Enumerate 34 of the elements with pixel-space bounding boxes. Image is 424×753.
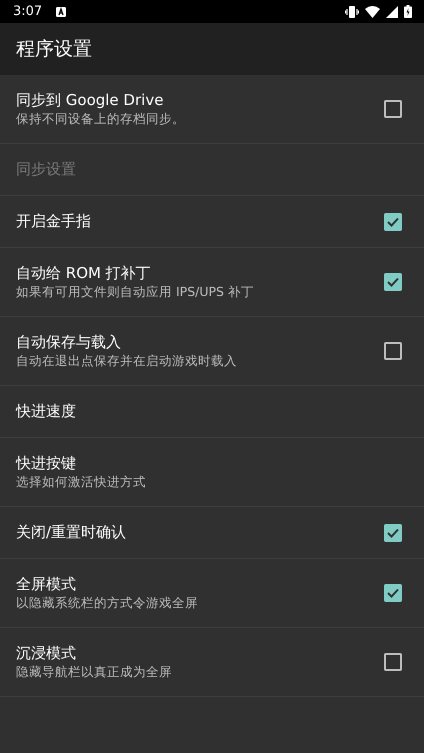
check-icon [387,528,399,538]
vibrate-icon [345,6,359,18]
setting-title: 关闭/重置时确认 [16,523,128,542]
checkbox[interactable] [384,342,402,360]
checkbox[interactable] [384,273,402,291]
setting-title: 快进按键 [16,454,77,472]
setting-title: 自动保存与载入 [16,332,122,352]
setting-title: 同步到 Google Drive [16,90,164,110]
setting-summary: 隐藏导航栏以真正成为全屏 [16,664,173,680]
setting-title: 开启金手指 [16,212,92,231]
checkbox[interactable] [384,584,402,602]
notification-icon [56,6,66,16]
app-bar-title: 程序设置 [16,37,92,62]
checkbox[interactable] [384,524,402,542]
checkbox[interactable] [384,212,402,230]
setting-title: 沉浸模式 [16,644,77,662]
setting-summary: 保持不同设备上的存档同步。 [16,110,186,128]
setting-title: 自动给 ROM 打补丁 [16,264,152,282]
signal-icon [386,6,398,18]
checkbox[interactable] [384,653,402,671]
setting-title: 快进速度 [16,402,77,421]
check-icon [387,216,399,226]
battery-icon [404,5,412,18]
setting-summary: 选择如何激活快进方式 [16,474,147,490]
status-time: 3:07 [13,4,42,19]
wifi-icon [365,6,380,18]
category-header: 同步设置 [16,160,77,179]
setting-summary: 以隐藏系统栏的方式令游戏全屏 [16,594,199,612]
setting-summary: 如果有可用文件则自动应用 IPS/UPS 补丁 [16,284,255,300]
checkbox[interactable] [384,100,402,118]
check-icon [387,277,399,287]
check-icon [387,588,399,598]
setting-summary: 自动在退出点保存并在启动游戏时载入 [16,352,238,370]
setting-title: 全屏模式 [16,574,77,594]
